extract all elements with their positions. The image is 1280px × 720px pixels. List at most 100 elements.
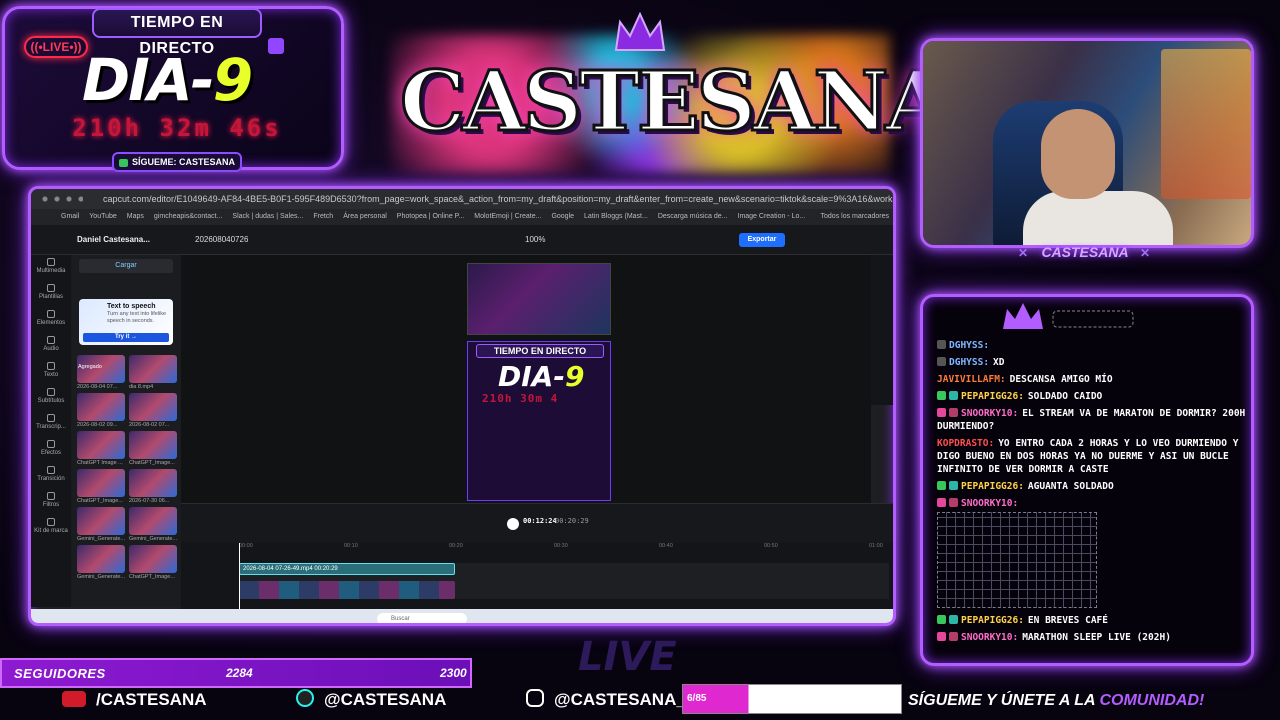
chat-message: SNOORKY10: EL STREAM VA DE MARATON DE DOR… — [937, 407, 1249, 433]
media-thumbnail[interactable] — [77, 431, 125, 459]
video-clip[interactable]: 2026-08-04 07-26-49.mp4 00:20:29 — [239, 563, 455, 575]
side-nav-label: Transición — [37, 476, 65, 482]
bookmark-item[interactable]: Maps — [127, 213, 144, 220]
draft-name[interactable]: 20260804072​6 — [195, 235, 248, 244]
media-thumbnail[interactable] — [129, 507, 177, 535]
mod-badge-icon — [937, 615, 946, 624]
side-nav-label: Audio — [43, 346, 59, 352]
media-thumbnail[interactable] — [129, 393, 177, 421]
day-number: 9 — [212, 46, 253, 114]
bookmarks-bar: Gmail YouTube Maps gimcheapis&contact... Sla… — [31, 209, 893, 225]
bookmark-item[interactable]: Slack | dudas | Sales... — [232, 213, 303, 220]
timeline: 00:00 00:10 00:20 00:30 00:40 00:50 01:00 2026… — [181, 543, 893, 609]
media-thumbnail[interactable] — [129, 545, 177, 573]
canvas-preview-top[interactable] — [467, 263, 611, 335]
tts-try-button[interactable]: Try it → — [83, 333, 169, 342]
chat-message: PEPAPIGG26: AGUANTA SOLDADO — [937, 480, 1249, 493]
media-panel: Cargar Text to speech Turn any text into… — [71, 255, 181, 607]
right-toolbar[interactable] — [871, 255, 893, 405]
bookmark-item[interactable]: gimcheapis&contact... — [154, 213, 222, 220]
thumbnail-label: Gemini_Generate... — [77, 574, 125, 580]
media-thumbnail[interactable] — [129, 431, 177, 459]
media-thumbnail[interactable] — [129, 469, 177, 497]
chat-text: XD — [993, 357, 1005, 368]
nav-icon — [47, 518, 55, 526]
side-nav-item[interactable]: Plantillas — [31, 281, 71, 307]
side-nav-item[interactable]: Transición — [31, 463, 71, 489]
nav-icon — [47, 414, 55, 422]
side-nav-item[interactable]: Filtros — [31, 489, 71, 515]
bookmark-item[interactable]: Google — [551, 213, 574, 220]
chat-text: EN BREVES CAFÉ — [1027, 615, 1108, 626]
bookmark-item[interactable]: Image Creation - Lo... — [738, 213, 806, 220]
x-decoration-icon: ✕ — [1018, 246, 1029, 260]
side-nav-item[interactable]: Multimedia — [31, 255, 71, 281]
followers-goal: 2300 — [440, 666, 467, 680]
taskbar-search[interactable]: Buscar — [377, 613, 467, 623]
media-thumbnail[interactable] — [77, 545, 125, 573]
media-thumbnail[interactable] — [77, 393, 125, 421]
bookmark-item[interactable]: YouTube — [89, 213, 117, 220]
ruler-tick: 01:00 — [869, 543, 883, 549]
ruler-tick: 00:10 — [344, 543, 358, 549]
media-thumbnail[interactable] — [77, 469, 125, 497]
zoom-level[interactable]: 100% — [525, 235, 545, 244]
side-nav-item[interactable]: Elementos — [31, 307, 71, 333]
ruler-tick: 00:40 — [659, 543, 673, 549]
wall-poster — [1161, 49, 1251, 199]
x-badge-icon — [949, 408, 958, 417]
image-track[interactable] — [239, 581, 455, 599]
bookmark-item[interactable]: Gmail — [61, 213, 79, 220]
address-bar[interactable]: capcut.com/editor/E1049649-AF84-4BE5-B0F… — [31, 189, 896, 209]
export-button[interactable]: Exportar — [739, 233, 785, 247]
thumbnail-label: 2026-08-04 07... — [77, 384, 118, 390]
editor-canvas: TIEMPO EN DIRECTO DIA-9 210h 30m 4 — [181, 255, 871, 503]
upload-button[interactable]: Cargar — [79, 259, 173, 273]
side-nav-label: Plantillas — [38, 294, 63, 300]
bookmark-item[interactable]: Fretch — [313, 213, 333, 220]
chat-message: DGHYSS: XD — [937, 356, 1249, 369]
side-nav-label: Transcrip... — [36, 424, 66, 430]
canvas-preview-main[interactable]: TIEMPO EN DIRECTO DIA-9 210h 30m 4 — [467, 341, 611, 501]
media-thumbnail[interactable]: Agregado — [77, 355, 125, 383]
nav-icon — [47, 258, 55, 266]
channel-logo: CASTESANA — [380, 6, 951, 182]
browser-capture: capcut.com/editor/E1049649-AF84-4BE5-B0F… — [28, 186, 896, 626]
instagram-handle: @CASTESANA_ — [526, 689, 686, 711]
media-thumbnail[interactable] — [77, 507, 125, 535]
chat-message: DGHYSS: — [937, 339, 1249, 352]
bookmark-item[interactable]: MolotEmoji | Create... — [474, 213, 541, 220]
side-nav-item[interactable]: Texto — [31, 359, 71, 385]
bookmark-item[interactable]: Latin Bloggs (Mast... — [584, 213, 648, 220]
side-nav-item[interactable]: Kit de marca — [31, 515, 71, 541]
nav-icon — [47, 284, 55, 292]
project-name[interactable]: Daniel Castesana... — [77, 235, 150, 244]
x-badge-icon — [949, 498, 958, 507]
webcam-label: CASTESANA — [1041, 244, 1129, 260]
stream-countdown: 210h 32m 46s — [72, 114, 282, 142]
sub-goal-bar: 6/85 — [682, 684, 902, 714]
bookmark-item[interactable]: Photopea | Online P... — [397, 213, 464, 220]
chat-message: PEPAPIGG26: SOLDADO CAIDO — [937, 390, 1249, 403]
side-nav-item[interactable]: Audio — [31, 333, 71, 359]
side-nav-item[interactable]: Transcrip... — [31, 411, 71, 437]
vip-badge-icon — [937, 498, 946, 507]
side-nav-item[interactable]: Subtítulos — [31, 385, 71, 411]
bookmark-item[interactable]: Descarga música de... — [658, 213, 728, 220]
side-nav-label: Texto — [43, 372, 59, 378]
tts-title: Text to speech — [107, 303, 156, 310]
play-button[interactable] — [507, 518, 519, 530]
playhead[interactable] — [239, 543, 240, 609]
side-nav-item[interactable]: Efectos — [31, 437, 71, 463]
chat-username: KOPDRASTO: — [937, 438, 995, 449]
bookmark-item[interactable]: Área personal — [343, 213, 387, 220]
streamer-body — [1023, 191, 1173, 245]
all-bookmarks[interactable]: Todos los marcadores — [821, 209, 889, 225]
youtube-icon — [62, 691, 86, 707]
tiktok-text: @CASTESANA — [324, 690, 447, 709]
live-watermark: LIVE — [578, 634, 677, 680]
follow-me-bar: SÍGUEME: CASTESANA — [112, 152, 242, 172]
media-thumbnail[interactable] — [129, 355, 177, 383]
thumbnail-label: ChatGPT_Image... — [129, 460, 175, 466]
url-text: capcut.com/editor/E1049649-AF84-4BE5-B0F… — [103, 194, 896, 204]
